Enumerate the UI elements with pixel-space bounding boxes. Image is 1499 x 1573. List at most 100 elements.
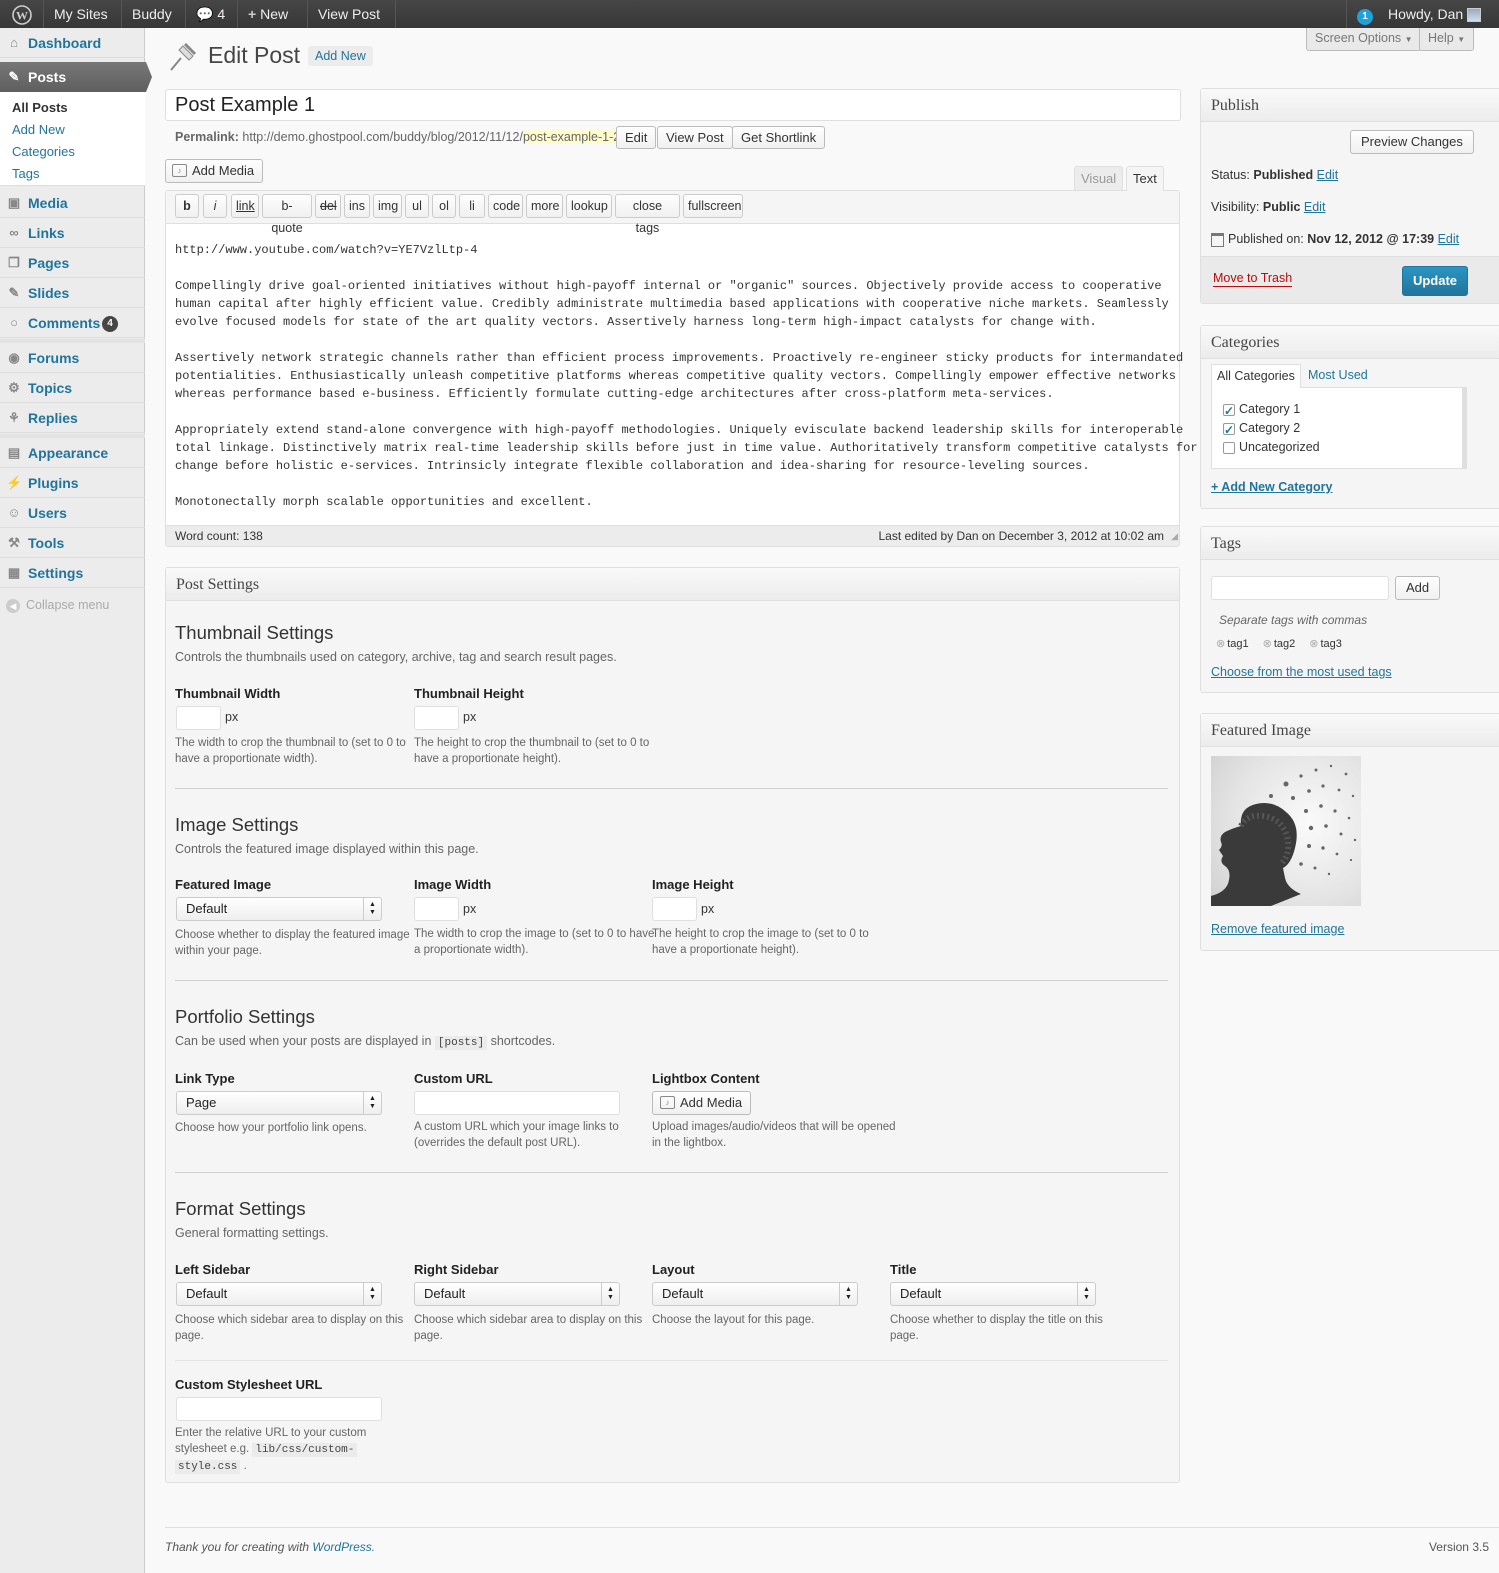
menu-comments[interactable]: ○ Comments 4 [0,308,145,338]
collapse-menu[interactable]: ◀ Collapse menu [6,598,109,613]
preview-changes-button[interactable]: Preview Changes [1350,130,1474,154]
quicktag-more[interactable]: more [526,194,563,218]
admin-bar: W My Sites Buddy 💬 4 + New View Post 1 H… [0,0,1499,28]
wordpress-logo-icon[interactable]: W [0,0,44,28]
calendar-icon [1211,232,1224,247]
category-item[interactable]: Uncategorized [1223,438,1320,457]
edit-permalink-button[interactable]: Edit [616,126,657,149]
tab-text[interactable]: Text [1126,166,1164,191]
submenu-all-posts[interactable]: All Posts [12,100,68,115]
menu-settings[interactable]: ▦ Settings [0,558,145,588]
submenu-categories[interactable]: Categories [12,144,75,159]
quicktag-i[interactable]: i [203,194,227,218]
thumbnail-width-input[interactable] [176,706,221,730]
title-select[interactable]: Default ▲ ▼ [890,1282,1096,1306]
image-height-input[interactable] [652,897,697,921]
edit-date-link[interactable]: Edit [1438,232,1460,246]
category-checkbox[interactable] [1223,402,1235,421]
category-checkbox[interactable] [1223,421,1235,440]
quicktag-close-tags[interactable]: close tags [615,194,680,235]
quicktag-ins[interactable]: ins [344,194,370,218]
my-account-link[interactable]: Howdy, Dan [1378,0,1499,28]
menu-forums[interactable]: ◉ Forums [0,343,145,373]
right-sidebar-select[interactable]: Default ▲ ▼ [414,1282,620,1306]
wordpress-link[interactable]: WordPress. [312,1540,375,1554]
add-new-category-link[interactable]: + Add New Category [1211,480,1332,494]
tab-visual[interactable]: Visual [1074,166,1124,190]
site-name-link[interactable]: Buddy [122,0,186,28]
tab-all-categories[interactable]: All Categories [1211,364,1301,388]
featured-image-select[interactable]: Default ▲ ▼ [176,897,382,921]
menu-slides[interactable]: ✎ Slides [0,278,145,308]
new-content-link[interactable]: + New [238,0,308,28]
add-media-button[interactable]: ♪ Add Media [165,159,264,183]
edit-visibility-link[interactable]: Edit [1304,200,1326,214]
remove-tag-icon[interactable]: ⊗ [1309,638,1318,650]
menu-media[interactable]: ▣ Media [0,188,145,218]
quicktag-ol[interactable]: ol [432,194,456,218]
quicktag-img[interactable]: img [373,194,402,218]
settings-icon: ▦ [7,565,21,580]
menu-replies[interactable]: ⚘ Replies [0,403,145,433]
add-new-button[interactable]: Add New [308,46,373,66]
quicktag-b[interactable]: b [175,194,199,218]
tab-most-used[interactable]: Most Used [1308,368,1368,382]
edit-status-link[interactable]: Edit [1317,168,1339,182]
menu-topics[interactable]: ⚙ Topics [0,373,145,403]
link-type-select[interactable]: Page ▲ ▼ [176,1091,382,1115]
menu-tools[interactable]: ⚒ Tools [0,528,145,558]
menu-links[interactable]: ∞ Links [0,218,145,248]
featured-image-thumbnail[interactable] [1211,756,1361,906]
menu-pages[interactable]: ❐ Pages [0,248,145,278]
post-content-textarea[interactable]: http://www.youtube.com/watch?v=YE7VzlLtp… [175,241,1198,511]
quicktag-del[interactable]: del [315,194,341,218]
add-tag-button[interactable]: Add [1395,576,1441,600]
left-sidebar-select[interactable]: Default ▲ ▼ [176,1282,382,1306]
thumbnail-height-input[interactable] [414,706,459,730]
quicktag-li[interactable]: li [459,194,485,218]
custom-url-input[interactable] [414,1091,620,1115]
move-to-trash-link[interactable]: Move to Trash [1213,271,1293,287]
comments-count-badge: 4 [102,316,118,332]
menu-posts[interactable]: ✎ Posts [0,62,152,92]
quicktag-link[interactable]: link [231,194,259,218]
menu-appearance[interactable]: ▤ Appearance [0,438,145,468]
quicktag-lookup[interactable]: lookup [566,194,612,218]
update-button[interactable]: Update [1402,266,1468,296]
quicktag-bquote[interactable]: b-quote [262,194,312,235]
format-settings-heading: Format Settings [175,1198,306,1219]
my-sites-link[interactable]: My Sites [44,0,122,28]
quicktag-fullscreen[interactable]: fullscreen [683,194,743,218]
get-shortlink-button[interactable]: Get Shortlink [732,126,826,149]
view-post-link[interactable]: View Post [308,0,396,28]
custom-stylesheet-url-input[interactable] [176,1397,382,1421]
remove-tag-icon[interactable]: ⊗ [1263,638,1272,650]
select-arrows-icon: ▲ ▼ [601,1283,619,1305]
category-item[interactable]: Category 2 [1223,419,1320,440]
menu-users[interactable]: ☺ Users [0,498,145,528]
help-button[interactable]: Help ▼ [1419,28,1475,51]
category-checkbox[interactable] [1223,441,1235,454]
posts-pushpin-icon [167,40,199,72]
updates-link[interactable]: 1 [1346,0,1378,28]
remove-featured-image-link[interactable]: Remove featured image [1211,922,1344,936]
permalink-slug[interactable]: post-example-1-2 [522,130,621,144]
submenu-add-new[interactable]: Add New [12,122,65,137]
comments-link[interactable]: 💬 4 [186,0,238,28]
view-post-button[interactable]: View Post [657,126,733,149]
quicktag-ul[interactable]: ul [405,194,429,218]
quicktag-code[interactable]: code [488,194,523,218]
choose-most-used-tags-link[interactable]: Choose from the most used tags [1211,665,1392,679]
submenu-tags[interactable]: Tags [12,166,39,181]
image-width-input[interactable] [414,897,459,921]
resize-handle-icon[interactable]: ◢ [1171,526,1178,546]
lightbox-add-media-button[interactable]: ♪ Add Media [652,1091,752,1115]
remove-tag-icon[interactable]: ⊗ [1216,638,1225,650]
category-item[interactable]: Category 1 [1223,400,1320,421]
screen-options-button[interactable]: Screen Options ▼ [1306,28,1422,51]
layout-select[interactable]: Default ▲ ▼ [652,1282,858,1306]
menu-plugins[interactable]: ⚡ Plugins [0,468,145,498]
new-tag-input[interactable] [1211,576,1389,600]
post-title-input[interactable]: Post Example 1 [165,89,1181,121]
menu-dashboard[interactable]: ⌂ Dashboard [0,28,145,58]
